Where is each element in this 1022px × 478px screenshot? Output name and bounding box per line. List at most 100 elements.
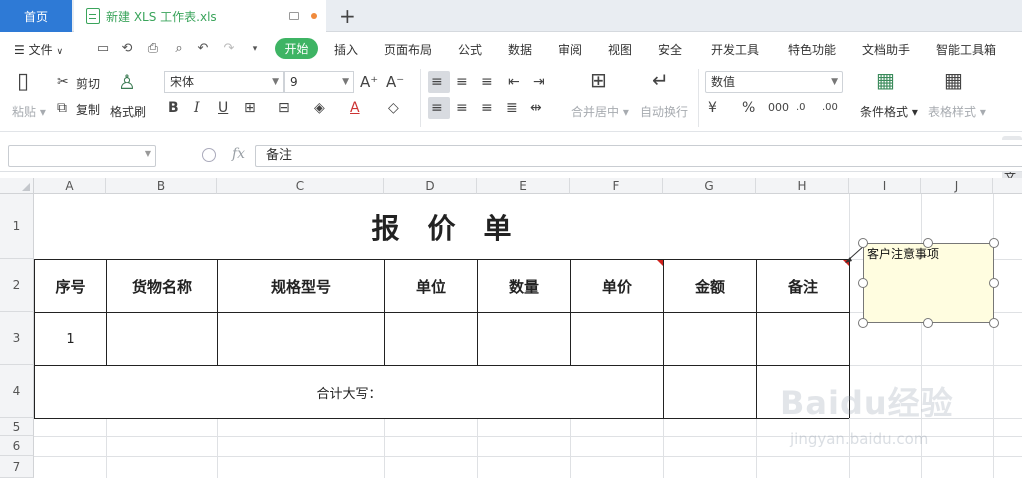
col-header-c[interactable]: C [217,178,384,194]
row-header-1[interactable]: 1 [0,194,34,259]
menu-view[interactable]: 视图 [608,41,632,58]
cell-a3[interactable]: 1 [35,313,106,365]
col-header-a[interactable]: A [34,178,106,194]
align-middle-icon[interactable]: ≡ [456,73,468,91]
print-preview-icon[interactable]: ⌕ [172,42,186,56]
col-header-g[interactable]: G [663,178,756,194]
tab-home[interactable]: 首页 [0,0,72,32]
menu-data[interactable]: 数据 [508,41,532,58]
col-header-b[interactable]: B [106,178,217,194]
align-top-icon[interactable]: ≡ [431,73,443,91]
col-header-e[interactable]: E [477,178,570,194]
header-cell-seq[interactable]: 序号 [35,260,106,312]
bold-icon[interactable]: B [168,99,179,117]
conditional-format-button[interactable]: 条件格式 ▾ [860,103,918,120]
align-right-icon[interactable]: ≡ [481,99,493,117]
tab-document[interactable]: 新建 XLS 工作表.xls [74,0,326,32]
col-header-k[interactable] [993,178,1022,194]
header-cell-qty[interactable]: 数量 [478,260,570,312]
export-icon[interactable]: ⟲ [120,42,134,56]
col-header-h[interactable]: H [756,178,849,194]
menu-start[interactable]: 开始 [275,38,318,59]
col-header-j[interactable]: J [921,178,993,194]
paste-icon[interactable]: ▯ [17,71,29,93]
redo-icon[interactable]: ↷ [222,42,236,56]
percent-icon[interactable]: % [742,99,755,117]
number-format-select[interactable]: 数值 ▼ [705,71,843,93]
merge-center-button[interactable]: 合并居中 ▾ [571,103,629,120]
row-header-6[interactable]: 6 [0,436,34,456]
align-center-icon[interactable]: ≡ [456,99,468,117]
fx-button[interactable]: fx [232,146,245,162]
resize-handle[interactable] [989,278,999,288]
align-bottom-icon[interactable]: ≡ [481,73,493,91]
header-cell-amount[interactable]: 金额 [664,260,756,312]
resize-handle[interactable] [923,238,933,248]
row-header-4[interactable]: 4 [0,365,34,418]
justify-icon[interactable]: ≣ [506,99,518,117]
menu-features[interactable]: 特色功能 [788,41,836,58]
fill-grid-icon[interactable]: ⊟ [278,99,290,117]
resize-handle[interactable] [923,318,933,328]
menu-smart-tools[interactable]: 智能工具箱 [936,41,996,58]
menu-review[interactable]: 审阅 [558,41,582,58]
font-size-select[interactable]: 9 ▼ [284,71,354,93]
decrease-decimal-icon[interactable]: .00 [822,99,838,117]
currency-icon[interactable]: ¥ [708,99,717,117]
resize-handle[interactable] [989,238,999,248]
paste-button[interactable]: 粘贴 ▾ [12,103,46,120]
indent-icon[interactable]: ⇥ [533,73,545,91]
row-header-3[interactable]: 3 [0,312,34,365]
col-header-i[interactable]: I [849,178,921,194]
menu-developer[interactable]: 开发工具 [711,41,759,58]
menu-page-layout[interactable]: 页面布局 [384,41,432,58]
menu-formula[interactable]: 公式 [458,41,482,58]
fill-color-icon[interactable]: ◈ [314,99,325,117]
formula-input[interactable]: 备注 [255,145,1022,167]
menu-security[interactable]: 安全 [658,41,682,58]
cut-button[interactable]: 剪切 [76,75,100,92]
font-shrink-icon[interactable]: A⁻ [386,73,404,91]
print-icon[interactable]: ⎙ [146,42,160,56]
comment-indicator-icon[interactable] [657,260,663,266]
resize-handle[interactable] [858,238,868,248]
font-name-select[interactable]: 宋体 ▼ [164,71,284,93]
align-left-icon[interactable]: ≡ [431,99,443,117]
select-all-corner[interactable] [0,178,34,194]
sheet-title[interactable]: 报 价 单 [35,194,848,259]
resize-handle[interactable] [858,318,868,328]
header-cell-spec[interactable]: 规格型号 [218,260,384,312]
col-header-d[interactable]: D [384,178,477,194]
new-tab-button[interactable]: + [339,4,356,28]
undo-icon[interactable]: ↶ [196,42,210,56]
wrap-text-button[interactable]: 自动换行 [640,103,688,120]
header-cell-note[interactable]: 备注 [757,260,849,312]
col-header-f[interactable]: F [570,178,663,194]
customize-icon[interactable]: ▾ [248,42,262,56]
italic-icon[interactable]: I [194,99,200,117]
underline-icon[interactable]: U [218,99,228,117]
name-box[interactable]: ▼ [8,145,156,167]
cell-comment-box[interactable]: 客户注意事项 [863,243,994,323]
resize-handle[interactable] [858,278,868,288]
eraser-icon[interactable]: ◇ [388,99,399,117]
row-header-7[interactable]: 7 [0,456,34,478]
row-header-5[interactable]: 5 [0,418,34,436]
font-grow-icon[interactable]: A⁺ [360,73,378,91]
total-label-cell[interactable]: 合计大写： [35,366,663,418]
file-menu[interactable]: ☰ 文件 ∨ [14,41,63,58]
header-cell-unit[interactable]: 单位 [385,260,477,312]
font-color-icon[interactable]: A [350,99,360,117]
thousands-icon[interactable]: 000 [768,99,789,117]
header-cell-price[interactable]: 单价 [571,260,663,312]
menu-insert[interactable]: 插入 [334,41,358,58]
table-style-button[interactable]: 表格样式 ▾ [928,103,986,120]
row-header-2[interactable]: 2 [0,259,34,312]
outdent-icon[interactable]: ⇤ [508,73,520,91]
distribute-icon[interactable]: ⇹ [530,99,542,117]
menu-doc-assistant[interactable]: 文档助手 [862,41,910,58]
resize-handle[interactable] [989,318,999,328]
increase-decimal-icon[interactable]: .0 [796,99,806,117]
save-icon[interactable]: ▭ [96,42,110,56]
format-painter-button[interactable]: 格式刷 [110,103,146,120]
